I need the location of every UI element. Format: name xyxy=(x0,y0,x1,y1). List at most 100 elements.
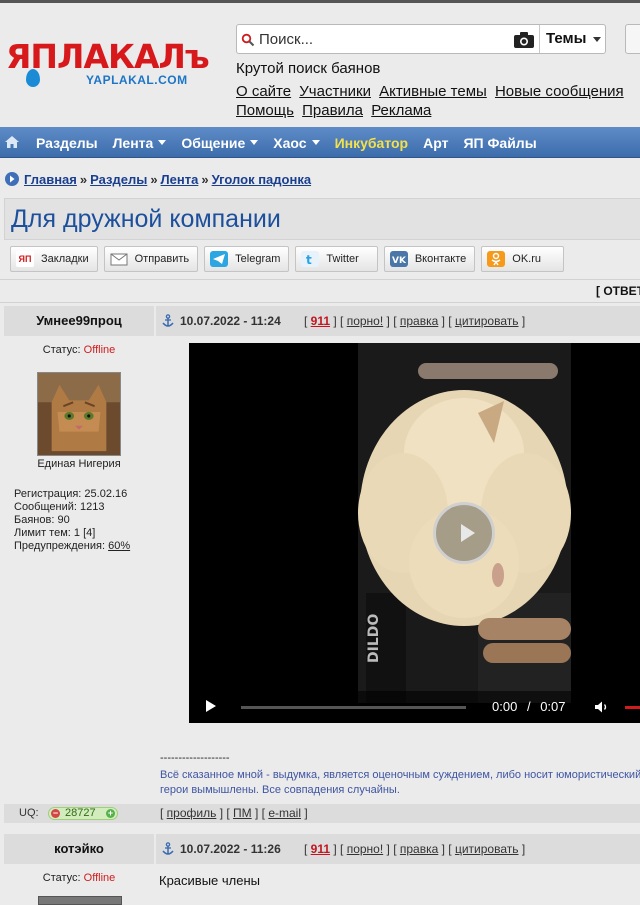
arrow-circle-icon xyxy=(5,172,19,186)
nav-item-files[interactable]: ЯП Файлы xyxy=(463,135,536,151)
breadcrumb-forum[interactable]: Уголок падонка xyxy=(212,172,311,187)
video-player[interactable]: DILDO 0:00 / 0:07 xyxy=(189,343,640,723)
breadcrumb-separator: » xyxy=(150,171,158,187)
logo-subtitle: YAPLAKAL.COM xyxy=(86,73,188,87)
play-icon[interactable] xyxy=(206,700,216,712)
time-current: 0:00 xyxy=(492,699,518,714)
stat-topic-limit: Лимит тем: 1 [4] xyxy=(14,527,154,540)
volume-slider[interactable] xyxy=(625,706,640,709)
status-label: Статус: xyxy=(42,872,81,884)
breadcrumb-separator: » xyxy=(79,171,88,187)
link-new-posts[interactable]: Новые сообщения xyxy=(495,83,624,100)
telegram-share-button[interactable]: Telegram xyxy=(204,246,290,272)
anchor-icon[interactable] xyxy=(161,842,175,856)
edit-link[interactable]: правка xyxy=(400,314,438,328)
avatar[interactable] xyxy=(38,896,122,905)
site-header: ЯПЛАКАЛъ YAPLAKAL.COM Темы Крутой поиск … xyxy=(0,0,640,128)
post-actions: [ 911 ] [ порно! ] [ правка ] [ цитирова… xyxy=(304,314,526,328)
site-logo[interactable]: ЯПЛАКАЛъ YAPLAKAL.COM xyxy=(6,39,216,91)
anchor-icon[interactable] xyxy=(161,314,175,328)
quote-link[interactable]: цитировать xyxy=(455,314,519,328)
post-author-cell: котэйко xyxy=(4,834,154,864)
user-group: Единая Нигерия xyxy=(37,458,121,470)
nav-item-label: Общение xyxy=(181,134,246,151)
link-active-topics[interactable]: Активные темы xyxy=(379,83,487,100)
main-nav: Разделы Лента Общение Хаос Инкубатор Арт… xyxy=(0,127,640,158)
time-total: 0:07 xyxy=(540,699,566,714)
pm-link[interactable]: ПМ xyxy=(233,806,252,820)
post-rating-count[interactable]: 911 xyxy=(311,842,330,856)
post-date: 10.07.2022 - 11:24 xyxy=(180,314,281,328)
nav-item-social[interactable]: Общение xyxy=(181,134,259,151)
themes-dropdown-label: Темы xyxy=(546,30,587,47)
twitter-share-button[interactable]: t Twitter xyxy=(295,246,378,272)
stat-value: 1 [4] xyxy=(73,527,96,539)
login-button[interactable] xyxy=(625,24,640,54)
quote-link[interactable]: цитировать xyxy=(455,842,519,856)
post-signature: Всё сказанное мной - выдумка, является о… xyxy=(160,768,640,798)
twitter-icon: t xyxy=(301,251,320,267)
ok-share-button[interactable]: OK.ru xyxy=(481,246,565,272)
play-icon xyxy=(461,524,475,542)
link-rules[interactable]: Правила xyxy=(302,102,363,119)
status-value: Offline xyxy=(83,872,116,884)
stat-label: Баянов: xyxy=(14,514,55,526)
share-label: Вконтакте xyxy=(414,253,467,265)
nav-item-incubator[interactable]: Инкубатор xyxy=(335,135,409,151)
nav-item-art[interactable]: Арт xyxy=(423,135,448,151)
envelope-icon xyxy=(110,253,128,266)
link-ads[interactable]: Реклама xyxy=(371,102,431,119)
reply-button[interactable]: [ ОТВЕТ xyxy=(596,284,640,298)
topic-header: Для дружной компании xyxy=(4,198,640,240)
link-members[interactable]: Участники xyxy=(299,83,371,100)
post-author-link[interactable]: Умнее99проц xyxy=(36,313,122,328)
chevron-down-icon xyxy=(311,140,320,145)
author-status: Статус: Offline xyxy=(4,872,154,884)
nav-item-sections[interactable]: Разделы xyxy=(36,135,98,151)
breadcrumb-separator: » xyxy=(201,171,209,187)
post-date: 10.07.2022 - 11:26 xyxy=(180,842,281,856)
chevron-down-icon xyxy=(158,140,167,145)
link-about[interactable]: О сайте xyxy=(236,83,291,100)
play-button-overlay[interactable] xyxy=(433,502,495,564)
post-author-link[interactable]: котэйко xyxy=(54,841,104,856)
email-link[interactable]: e-mail xyxy=(268,806,301,820)
stat-registration: Регистрация: 25.02.16 xyxy=(14,488,154,501)
volume-icon[interactable] xyxy=(594,700,610,714)
video-time: 0:00 / 0:07 xyxy=(492,699,566,714)
svg-text:t: t xyxy=(306,253,312,267)
search-input[interactable] xyxy=(259,27,519,51)
send-email-button[interactable]: Отправить xyxy=(103,246,199,272)
post-author-info: Статус: Offline Единая Нигерия Регистрац… xyxy=(4,338,154,803)
video-progress-bar[interactable] xyxy=(241,706,466,709)
search-box: Темы xyxy=(236,24,606,54)
link-help[interactable]: Помощь xyxy=(236,102,294,119)
stat-value[interactable]: 60% xyxy=(108,540,130,552)
uq-rating-badge: − 28727 + xyxy=(48,807,118,820)
home-icon[interactable] xyxy=(4,135,20,149)
nav-item-feed[interactable]: Лента xyxy=(113,135,167,151)
minus-icon[interactable]: − xyxy=(51,809,60,818)
share-label: Отправить xyxy=(134,253,190,265)
profile-link[interactable]: профиль xyxy=(167,806,217,820)
bookmarks-button[interactable]: ЯП Закладки xyxy=(10,246,98,272)
post-author-cell: Умнее99проц xyxy=(4,306,154,336)
report-porn-link[interactable]: порно! xyxy=(347,842,383,856)
share-label: Закладки xyxy=(41,253,89,265)
breadcrumb-feed[interactable]: Лента xyxy=(161,172,199,187)
vk-share-button[interactable]: VK Вконтакте xyxy=(383,246,476,272)
chevron-down-icon xyxy=(593,37,601,42)
nav-item-label: ЯП Файлы xyxy=(463,134,537,151)
search-icon[interactable] xyxy=(241,33,255,47)
breadcrumb-home[interactable]: Главная xyxy=(24,172,77,187)
camera-icon[interactable] xyxy=(513,31,535,49)
edit-link[interactable]: правка xyxy=(400,842,438,856)
post-rating-count[interactable]: 911 xyxy=(311,314,330,328)
nav-item-chaos[interactable]: Хаос xyxy=(273,135,320,151)
themes-dropdown[interactable]: Темы xyxy=(539,25,606,53)
report-porn-link[interactable]: порно! xyxy=(347,314,383,328)
plus-icon[interactable]: + xyxy=(106,809,115,818)
author-status: Статус: Offline xyxy=(4,344,154,356)
breadcrumb-sections[interactable]: Разделы xyxy=(90,172,147,187)
avatar[interactable] xyxy=(37,372,121,456)
